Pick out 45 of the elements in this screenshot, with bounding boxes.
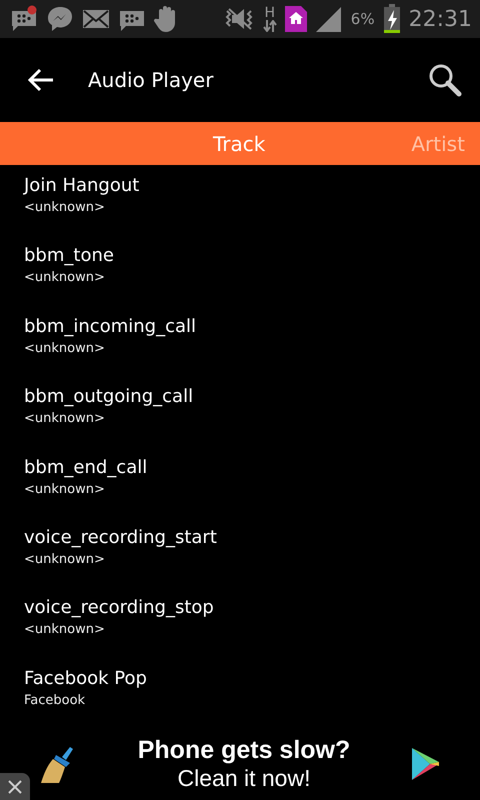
track-artist: <unknown>: [24, 340, 105, 356]
app-title: Audio Player: [88, 68, 214, 92]
track-artist: <unknown>: [24, 482, 105, 496]
track-artist: <unknown>: [24, 411, 105, 426]
search-icon: [428, 63, 462, 97]
track-title: Join Hangout: [24, 175, 140, 196]
battery-charging-icon: [382, 4, 401, 34]
track-artist: <unknown>: [24, 622, 105, 638]
track-title: bbm_tone: [24, 245, 114, 266]
battery-percentage: 6%: [350, 10, 375, 28]
ad-headline[interactable]: Phone gets slow?: [138, 735, 350, 766]
track-title: bbm_incoming_call: [24, 316, 196, 337]
network-type-label: H: [264, 6, 276, 20]
close-ad-button[interactable]: [0, 773, 30, 800]
track-row[interactable]: bbm_incoming_call <unknown>: [0, 306, 480, 376]
track-row[interactable]: voice_recording_stop <unknown>: [0, 587, 480, 658]
ad-subline[interactable]: Clean it now!: [178, 765, 310, 793]
data-arrows-icon: [262, 20, 277, 32]
clock-time: 22:31: [408, 6, 472, 32]
broom-icon: [40, 745, 76, 783]
track-title: bbm_outgoing_call: [24, 386, 194, 408]
track-row[interactable]: Join Hangout <unknown>: [0, 165, 480, 236]
track-title: Facebook Pop: [24, 668, 147, 689]
track-row[interactable]: bbm_tone <unknown>: [0, 235, 480, 306]
bbm-notification-icon[interactable]: [10, 5, 38, 33]
messenger-icon[interactable]: [46, 5, 74, 33]
track-artist: Facebook: [24, 692, 86, 708]
mail-icon[interactable]: [82, 8, 110, 30]
track-artist: <unknown>: [24, 200, 105, 215]
track-artist: <unknown>: [24, 270, 105, 286]
back-button[interactable]: [28, 68, 54, 92]
track-title: voice_recording_stop: [24, 597, 214, 618]
close-icon: [8, 780, 22, 794]
home-icon: [284, 6, 307, 32]
play-store-icon[interactable]: [412, 748, 440, 780]
track-row[interactable]: voice_recording_start <unknown>: [0, 516, 480, 588]
back-arrow-icon: [28, 68, 54, 92]
track-artist: <unknown>: [24, 552, 105, 567]
track-title: bbm_end_call: [24, 456, 148, 478]
track-row[interactable]: bbm_outgoing_call <unknown>: [0, 376, 480, 446]
track-row[interactable]: bbm_end_call <unknown>: [0, 446, 480, 517]
track-title: voice_recording_start: [24, 526, 217, 548]
signal-icon: [314, 6, 343, 32]
track-row[interactable]: Facebook Pop Facebook: [0, 658, 480, 728]
search-button[interactable]: [428, 63, 462, 97]
